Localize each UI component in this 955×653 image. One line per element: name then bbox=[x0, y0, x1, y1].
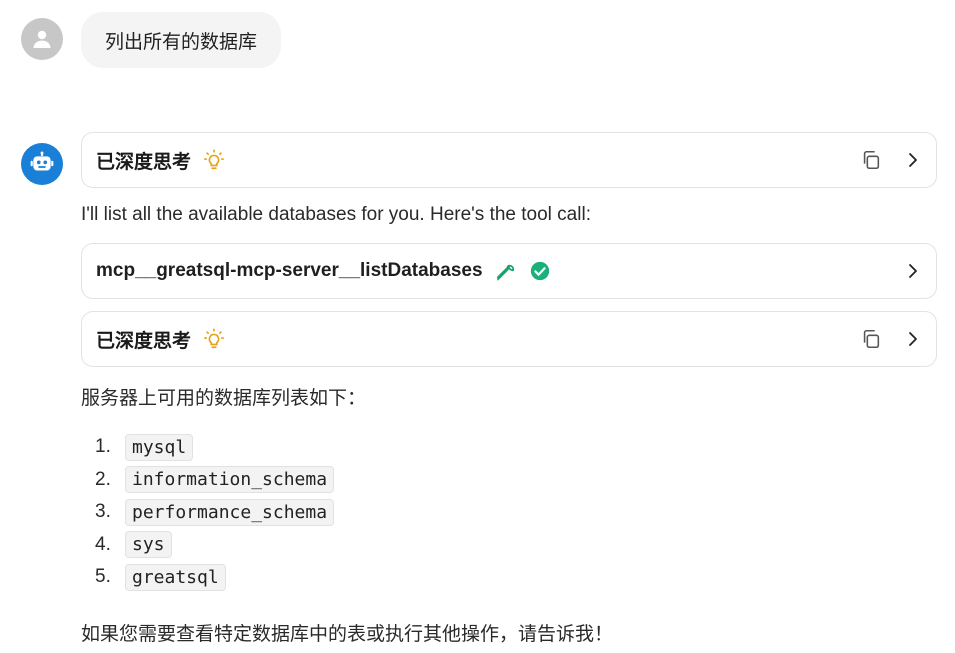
copy-icon[interactable] bbox=[860, 328, 882, 350]
thinking-label: 已深度思考 bbox=[96, 329, 192, 352]
check-circle-icon bbox=[529, 260, 551, 282]
database-list: 1. mysql 2. information_schema 3. perfor… bbox=[81, 431, 335, 594]
user-message-text: 列出所有的数据库 bbox=[105, 30, 258, 53]
list-item: 3. performance_schema bbox=[81, 496, 335, 529]
list-number: 4. bbox=[95, 533, 111, 555]
database-name: mysql bbox=[125, 433, 194, 461]
thinking-panel[interactable]: 已深度思考 bbox=[81, 311, 937, 367]
tool-call-name: mcp__greatsql-mcp-server__listDatabases bbox=[96, 260, 483, 281]
wrench-icon bbox=[495, 260, 517, 282]
list-number: 3. bbox=[95, 501, 111, 523]
assistant-avatar bbox=[21, 143, 63, 185]
thinking-panel[interactable]: 已深度思考 bbox=[81, 132, 937, 188]
closing-text: 如果您需要查看特定数据库中的表或执行其他操作，请告诉我！ bbox=[81, 624, 614, 645]
user-message: 列出所有的数据库 bbox=[81, 12, 282, 68]
list-item: 1. mysql bbox=[81, 431, 334, 464]
chevron-right-icon[interactable] bbox=[904, 330, 922, 348]
copy-icon[interactable] bbox=[860, 149, 882, 171]
thinking-label: 已深度思考 bbox=[96, 150, 192, 173]
list-item: 2. information_schema bbox=[81, 464, 335, 497]
lightbulb-icon bbox=[203, 149, 225, 171]
list-number: 1. bbox=[95, 436, 111, 458]
chevron-right-icon[interactable] bbox=[904, 262, 922, 280]
database-name: greatsql bbox=[125, 563, 226, 591]
list-item: 5. greatsql bbox=[81, 561, 334, 594]
user-avatar bbox=[21, 18, 63, 60]
database-name: information_schema bbox=[125, 466, 335, 494]
tool-call-panel[interactable]: mcp__greatsql-mcp-server__listDatabases bbox=[81, 243, 937, 299]
assistant-intro: I'll list all the available databases fo… bbox=[81, 204, 591, 225]
list-number: 5. bbox=[95, 566, 111, 588]
robot-icon bbox=[30, 151, 54, 171]
result-heading: 服务器上可用的数据库列表如下： bbox=[81, 388, 367, 409]
chevron-right-icon[interactable] bbox=[904, 151, 922, 169]
list-item: 4. sys bbox=[81, 529, 334, 562]
database-name: performance_schema bbox=[125, 498, 335, 526]
lightbulb-icon bbox=[203, 328, 225, 350]
list-number: 2. bbox=[95, 468, 111, 490]
database-name: sys bbox=[125, 531, 172, 559]
user-icon bbox=[33, 30, 51, 48]
